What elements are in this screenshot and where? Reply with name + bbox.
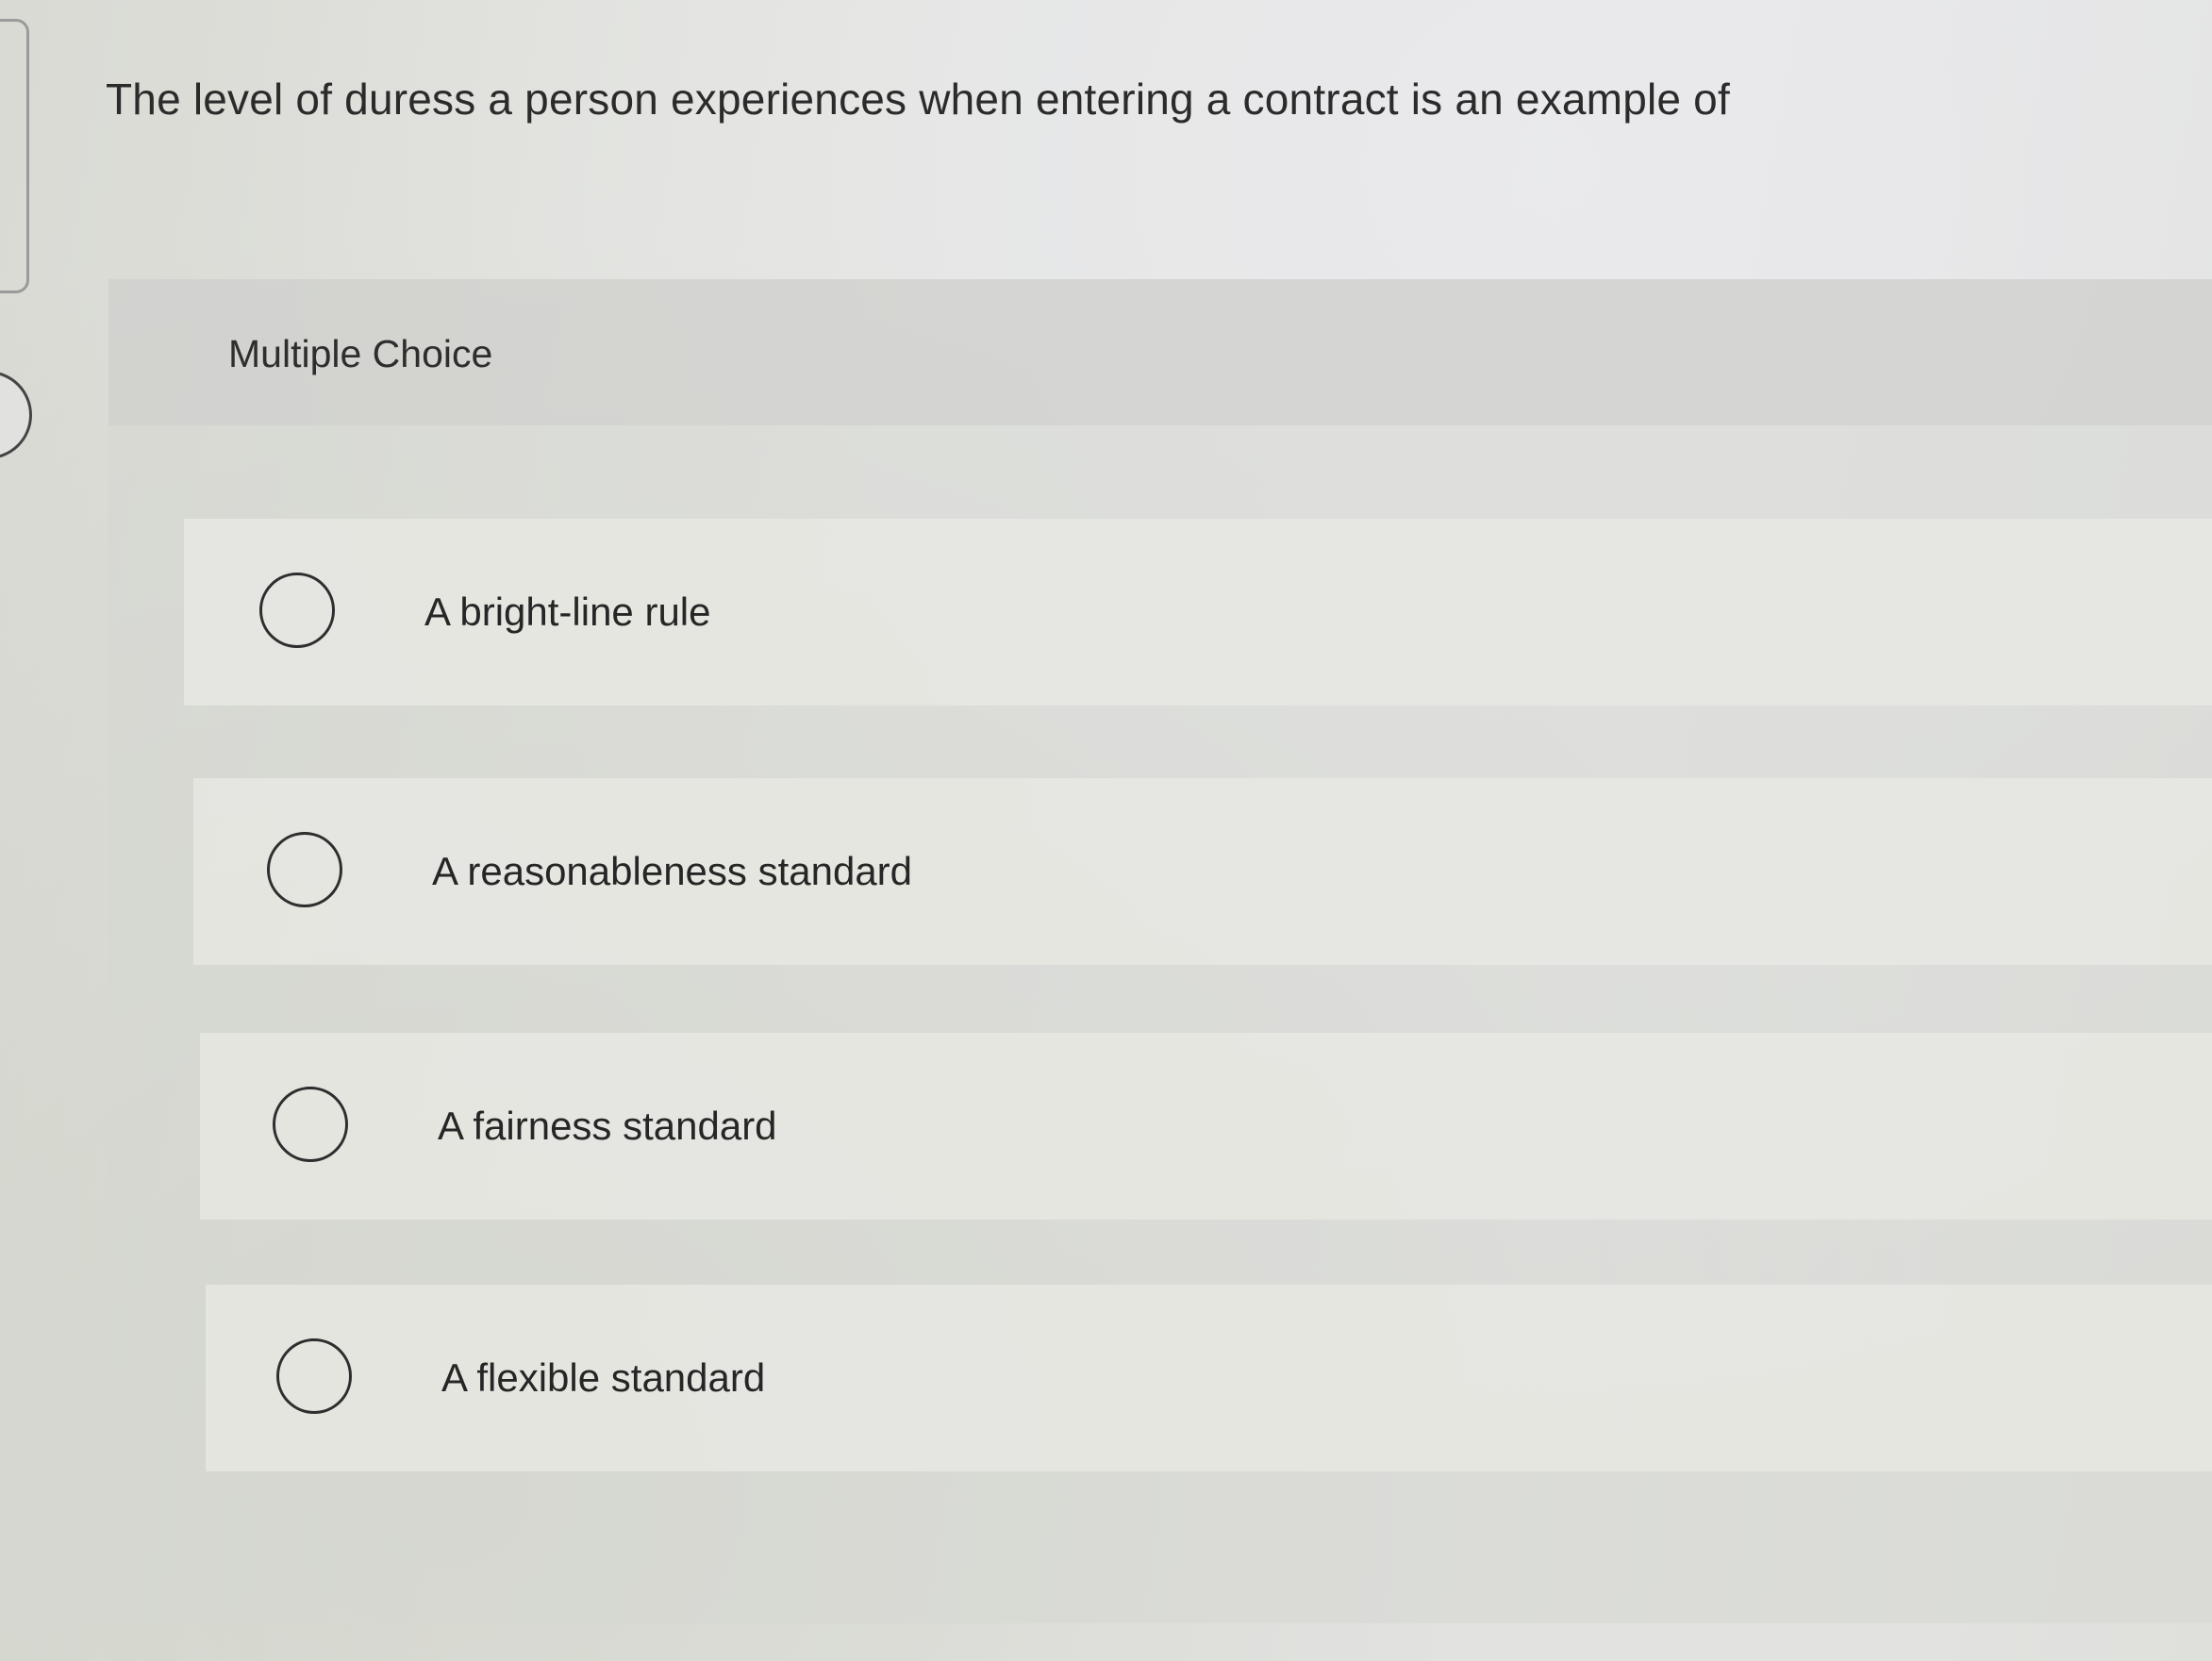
question-prompt: The level of duress a person experiences… [106,75,1730,124]
option-label[interactable]: A fairness standard [438,1104,777,1149]
radio-button-icon[interactable] [259,573,335,648]
sidebar-edge-tab[interactable] [0,19,29,293]
option-label[interactable]: A reasonableness standard [432,849,912,894]
answer-option-2[interactable]: A reasonableness standard [193,778,2212,965]
option-label[interactable]: A bright-line rule [424,590,711,635]
question-type-label: Multiple Choice [228,332,493,375]
navigation-arrow-icon[interactable] [0,371,32,459]
radio-button-icon[interactable] [276,1338,352,1414]
answer-option-3[interactable]: A fairness standard [200,1033,2212,1220]
panel-header: Multiple Choice [108,279,2212,425]
option-label[interactable]: A flexible standard [441,1355,765,1401]
radio-button-icon[interactable] [267,832,342,907]
radio-button-icon[interactable] [273,1087,348,1162]
answer-option-4[interactable]: A flexible standard [206,1285,2212,1471]
answer-option-1[interactable]: A bright-line rule [184,519,2212,706]
